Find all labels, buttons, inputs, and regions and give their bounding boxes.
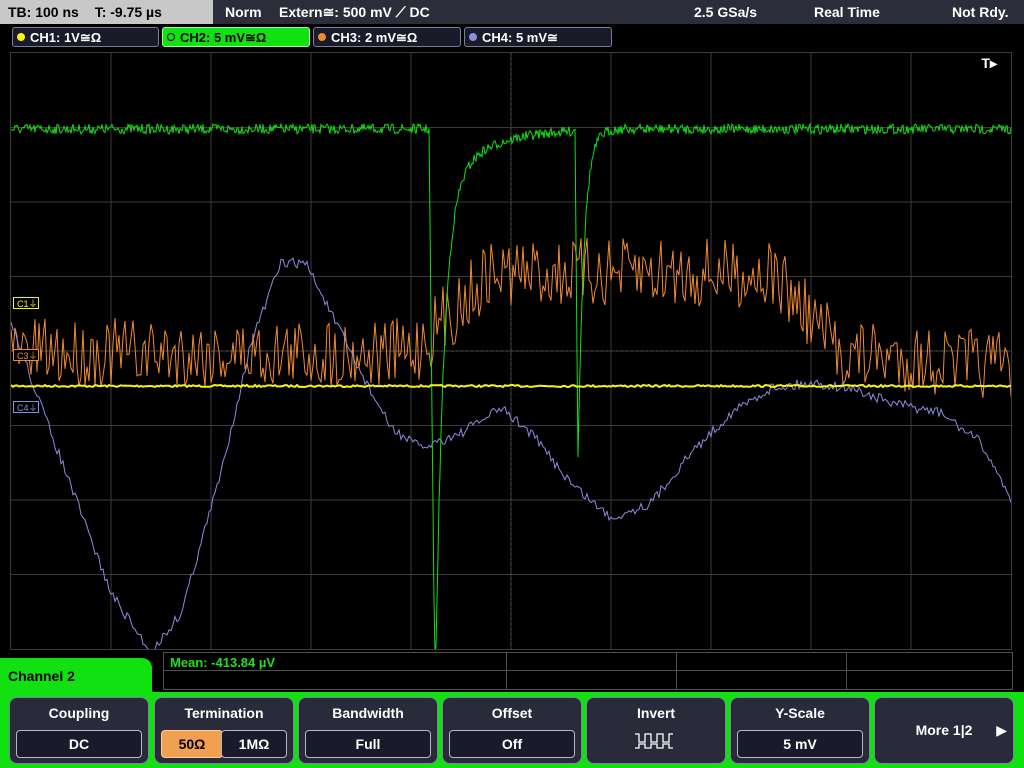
timebase-value: TB: 100 ns [8,4,79,20]
termination-softkey[interactable]: Termination 50Ω 1MΩ [154,697,294,764]
channel-1-dot-icon [17,33,25,41]
bandwidth-softkey[interactable]: Bandwidth Full [298,697,438,764]
channel-2-dot-icon [167,33,175,41]
invert-softkey[interactable]: Invert [586,697,726,764]
measurement-bar[interactable]: Mean: -413.84 µV [163,652,1013,690]
coupling-value[interactable]: DC [16,730,142,758]
trigger-mode[interactable]: Norm [225,0,262,24]
measurement-divider [676,653,677,689]
trigger-source[interactable]: Extern≅: 500 mV ⟋ DC [279,0,430,24]
measurement-divider [846,653,847,689]
channel-1-offset-marker[interactable]: C1⏚ [13,297,39,309]
offset-softkey[interactable]: Offset Off [442,697,582,764]
measurement-divider [506,653,507,689]
channel-4-dot-icon [469,33,477,41]
more-softkey[interactable]: More 1|2 ▶ [874,697,1014,764]
y-scale-value[interactable]: 5 mV [737,730,863,758]
channel-4-label: CH4: 5 mV≅ [482,30,558,45]
timebase-box[interactable]: TB: 100 ns T: -9.75 µs [0,0,213,24]
channel-1-label: CH1: 1V≅Ω [30,30,102,45]
bandwidth-value[interactable]: Full [305,730,431,758]
invert-waveform-icon [635,733,673,749]
termination-50-ohm[interactable]: 50Ω [161,730,223,758]
trigger-position-icon[interactable]: T▸ [981,55,997,72]
coupling-label: Coupling [48,705,110,721]
channel-4-offset-marker[interactable]: C4⏚ [13,401,39,413]
channel-chips: CH1: 1V≅Ω CH2: 5 mV≅Ω CH3: 2 mV≅Ω CH4: 5… [0,25,1024,49]
mean-measurement: Mean: -413.84 µV [170,655,276,670]
bandwidth-label: Bandwidth [332,705,404,721]
channel-3-label: CH3: 2 mV≅Ω [331,30,418,45]
offset-label: Offset [491,705,533,721]
channel-4-chip[interactable]: CH4: 5 mV≅ [464,27,612,47]
status-bar: TB: 100 ns T: -9.75 µs Norm Extern≅: 500… [0,0,1024,24]
acquisition-mode: Real Time [814,4,880,20]
chevron-right-icon: ▶ [996,722,1007,738]
coupling-softkey[interactable]: Coupling DC [9,697,149,764]
sample-rate: 2.5 GSa/s [694,4,758,20]
more-label: More 1|2 [915,722,973,738]
channel-3-chip[interactable]: CH3: 2 mV≅Ω [313,27,461,47]
waveform-canvas [11,53,1011,649]
waveform-display[interactable]: T▸ C1⏚ C3⏚ C4⏚ [10,52,1012,650]
termination-label: Termination [184,705,264,721]
channel-1-chip[interactable]: CH1: 1V≅Ω [12,27,159,47]
trigger-status: Not Rdy. [952,4,1009,20]
channel-3-dot-icon [318,33,326,41]
offset-value[interactable]: Off [449,730,575,758]
invert-label: Invert [636,705,676,721]
termination-1-megaohm[interactable]: 1MΩ [221,730,287,758]
channel-tab[interactable]: Channel 2 [0,658,152,700]
channel-2-label: CH2: 5 mV≅Ω [180,30,267,45]
channel-3-offset-marker[interactable]: C3⏚ [13,349,39,361]
graticule-grid [11,53,1011,649]
measurement-divider [164,670,1012,671]
y-scale-label: Y-Scale [775,705,825,721]
y-scale-softkey[interactable]: Y-Scale 5 mV [730,697,870,764]
trigger-time-value: T: -9.75 µs [94,4,162,20]
channel-2-chip[interactable]: CH2: 5 mV≅Ω [162,27,310,47]
